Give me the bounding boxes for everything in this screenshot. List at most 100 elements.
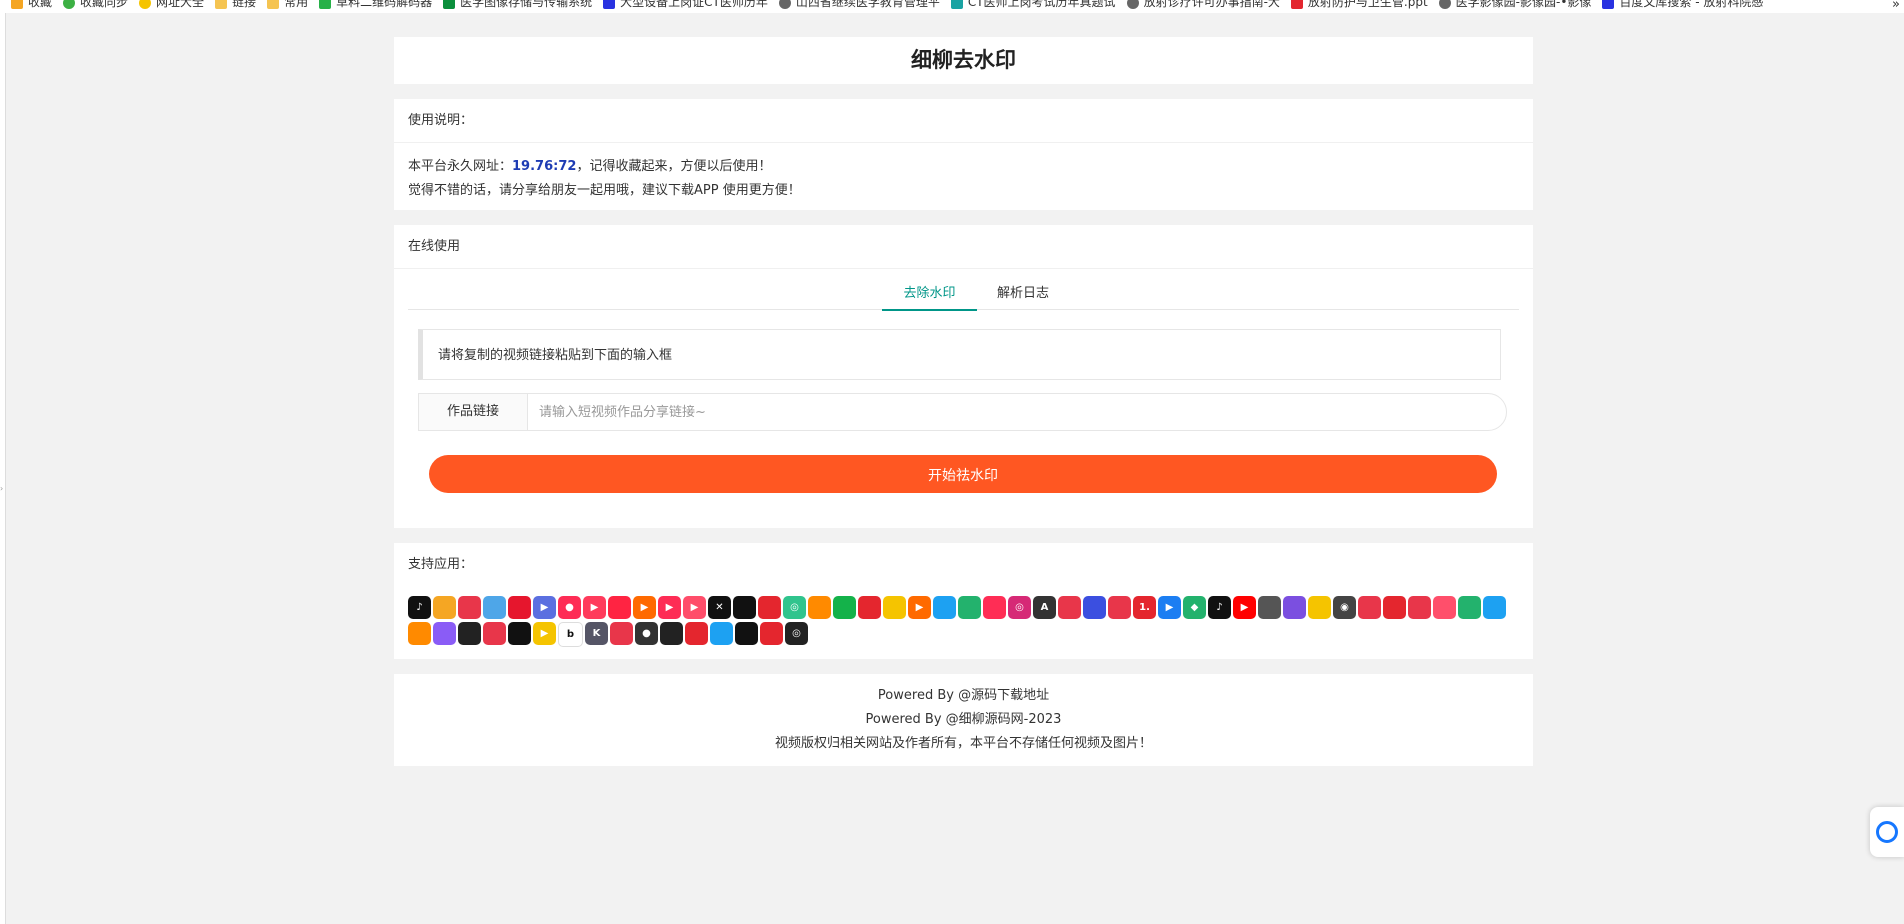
bookmark-label: 收藏同步 bbox=[80, 0, 129, 9]
footer-line-1: Powered By @源码下载地址 bbox=[877, 688, 1050, 703]
app-icon-48 bbox=[483, 622, 506, 645]
globe-icon bbox=[778, 0, 791, 9]
bookmark-item[interactable]: 医学影像园-影像园-•影像 bbox=[1438, 0, 1591, 9]
app-glyph bbox=[983, 596, 1006, 619]
app-glyph bbox=[710, 622, 733, 645]
bookmark-label: 放射防护与卫生管.ppt bbox=[1307, 0, 1428, 9]
app-icon-2 bbox=[433, 596, 456, 619]
instagram-icon: ◎ bbox=[1008, 596, 1031, 619]
instructions-heading: 使用说明： bbox=[394, 99, 1533, 143]
more-bookmarks-icon[interactable]: » bbox=[1892, 0, 1900, 12]
paw-icon bbox=[603, 0, 616, 9]
app-icon-59 bbox=[760, 622, 783, 645]
app-glyph bbox=[458, 622, 481, 645]
app-icon-30: 1. bbox=[1133, 596, 1156, 619]
app-glyph: ▶ bbox=[665, 602, 674, 613]
paste-notice: 请将复制的视频链接粘贴到下面的输入框 bbox=[418, 329, 1501, 380]
app-glyph bbox=[1408, 596, 1431, 619]
app-icon-3 bbox=[458, 596, 481, 619]
bookmark-label: 网址大全 bbox=[156, 0, 205, 9]
app-glyph bbox=[610, 622, 633, 645]
link-input-group: 作品链接 bbox=[418, 393, 1507, 431]
app-icon-14 bbox=[733, 596, 756, 619]
app-glyph bbox=[1108, 596, 1131, 619]
app-glyph bbox=[433, 622, 456, 645]
bookmark-label: 放射诊疗许可办事指南-大 bbox=[1143, 0, 1280, 9]
app-glyph: ♪ bbox=[416, 602, 423, 613]
app-glyph bbox=[735, 622, 758, 645]
app-glyph: ▶ bbox=[1240, 602, 1249, 613]
bookmark-item[interactable]: 链接 bbox=[215, 0, 256, 9]
bookmark-label: 链接 bbox=[232, 0, 257, 9]
netease-icon bbox=[1383, 596, 1406, 619]
app-glyph bbox=[733, 596, 756, 619]
bookmark-item[interactable]: 大型设备上岗证CT医师历年 bbox=[603, 0, 768, 9]
app-icon-23 bbox=[958, 596, 981, 619]
paw-icon bbox=[1602, 0, 1615, 9]
app-icon-60: ◎ bbox=[785, 622, 808, 645]
link-input[interactable] bbox=[528, 394, 1506, 430]
doc-icon bbox=[950, 0, 963, 9]
app-glyph bbox=[760, 622, 783, 645]
app-glyph: b bbox=[566, 629, 575, 640]
app-icon-6: ▶ bbox=[533, 596, 556, 619]
tab-remove-watermark[interactable]: 去除水印 bbox=[882, 279, 977, 311]
app-icon-36 bbox=[1283, 596, 1306, 619]
bookmark-item[interactable]: 百度文库搜索 - 放射科院感 bbox=[1602, 0, 1763, 9]
sidebar-collapse-edge[interactable] bbox=[0, 13, 6, 924]
app-icon-44 bbox=[1483, 596, 1506, 619]
bookmark-item[interactable]: 收藏 bbox=[11, 0, 52, 9]
start-remove-watermark-button[interactable]: 开始祛水印 bbox=[429, 455, 1497, 493]
floating-assistant-button[interactable] bbox=[1870, 807, 1904, 857]
permanent-url[interactable]: 19.76:72 bbox=[512, 159, 576, 174]
app-glyph bbox=[508, 596, 531, 619]
bookmark-item[interactable]: 收藏同步 bbox=[63, 0, 128, 9]
app-icon-37 bbox=[1308, 596, 1331, 619]
bookmark-item[interactable]: CT医师上岗考试历年真题试 bbox=[950, 0, 1116, 9]
instructions-line-1: 本平台永久网址：19.76:72，记得收藏起来，方便以后使用！ bbox=[408, 155, 1519, 179]
app-glyph: ▶ bbox=[590, 602, 599, 613]
app-icon-46 bbox=[433, 622, 456, 645]
bookmark-item[interactable]: 放射诊疗许可办事指南-大 bbox=[1126, 0, 1280, 9]
kuaishou-icon bbox=[808, 596, 831, 619]
twitter-icon bbox=[933, 596, 956, 619]
app-glyph: ✕ bbox=[715, 602, 724, 613]
app-glyph bbox=[808, 596, 831, 619]
title-card: 细柳去水印 bbox=[394, 37, 1533, 84]
app-glyph bbox=[483, 596, 506, 619]
footer-line-2: Powered By @细柳源码网-2023 bbox=[865, 712, 1062, 727]
app-icon-41 bbox=[1408, 596, 1431, 619]
app-icon-52: K bbox=[585, 622, 608, 645]
app-glyph bbox=[1483, 596, 1506, 619]
bookmark-item[interactable]: 医学图像存储与传输系统 bbox=[443, 0, 592, 9]
app-icon-32: ◆ bbox=[1183, 596, 1206, 619]
tab-parse-log[interactable]: 解析日志 bbox=[991, 279, 1055, 309]
bookmark-label: 医学图像存储与传输系统 bbox=[460, 0, 593, 9]
app-icon-49 bbox=[508, 622, 531, 645]
bookmark-item[interactable]: 网址大全 bbox=[139, 0, 204, 9]
bookmark-item[interactable]: 山西省继续医学教育管理平 bbox=[778, 0, 940, 9]
app-icon-39 bbox=[1358, 596, 1381, 619]
app-glyph bbox=[1383, 596, 1406, 619]
bookmark-label: 草料二维码解码器 bbox=[336, 0, 433, 9]
app-icon-27 bbox=[1058, 596, 1081, 619]
app-glyph: ◆ bbox=[1190, 602, 1199, 613]
expand-arrow-icon[interactable]: › bbox=[0, 484, 3, 493]
app-glyph: ● bbox=[642, 628, 651, 639]
capcut-icon: ✕ bbox=[708, 596, 731, 619]
bookmark-label: 常用 bbox=[284, 0, 309, 9]
app-glyph bbox=[1283, 596, 1306, 619]
bookmark-label: 收藏 bbox=[28, 0, 53, 9]
bookmark-item[interactable]: 常用 bbox=[267, 0, 308, 9]
app-glyph bbox=[858, 596, 881, 619]
bookmark-item[interactable]: 草料二维码解码器 bbox=[319, 0, 432, 9]
footer-card: Powered By @源码下载地址 Powered By @细柳源码网-202… bbox=[394, 674, 1533, 766]
bookmark-item[interactable]: 放射防护与卫生管.ppt bbox=[1290, 0, 1428, 9]
instructions-body: 本平台永久网址：19.76:72，记得收藏起来，方便以后使用！ 觉得不错的话，请… bbox=[394, 143, 1533, 203]
online-use-card: 在线使用 去除水印 解析日志 请将复制的视频链接粘贴到下面的输入框 作品链接 开… bbox=[394, 225, 1533, 528]
app-glyph bbox=[458, 596, 481, 619]
app-glyph: ♪ bbox=[1216, 602, 1223, 613]
app-glyph: 1. bbox=[1139, 602, 1150, 613]
toutiao-icon bbox=[758, 596, 781, 619]
app-icon-9 bbox=[608, 596, 631, 619]
